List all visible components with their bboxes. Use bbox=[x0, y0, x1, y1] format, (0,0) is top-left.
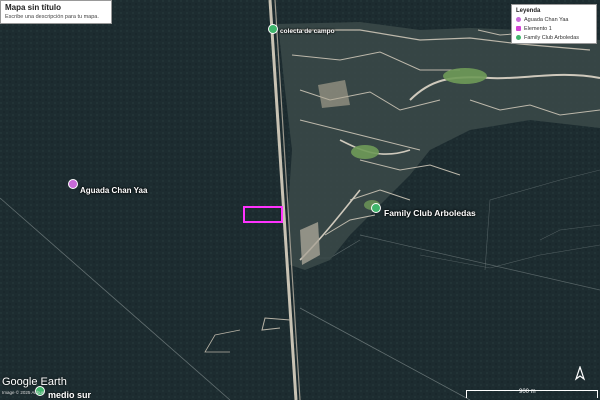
colecta-label[interactable]: colecta de campo bbox=[280, 28, 335, 35]
legend-item: Elemento 1 bbox=[516, 24, 592, 33]
legend-heading: Leyenda bbox=[516, 8, 541, 14]
aguada-label[interactable]: Aguada Chan Yaa bbox=[80, 186, 147, 195]
colecta-pin-icon[interactable] bbox=[268, 24, 278, 34]
medio-sur-label[interactable]: medio sur bbox=[48, 390, 91, 400]
green-pin-icon bbox=[516, 35, 521, 40]
scale-bar: 900 m bbox=[466, 389, 598, 398]
compass-glyph bbox=[574, 365, 586, 381]
family-club-pin-icon[interactable] bbox=[371, 203, 381, 213]
map-title-panel[interactable]: Mapa sin título Escribe una descripción … bbox=[0, 0, 112, 24]
satellite-map[interactable]: Mapa sin título Escribe una descripción … bbox=[0, 0, 600, 400]
scale-label: 900 m bbox=[519, 389, 536, 395]
legend-panel: Leyenda Aguada Chan Yaa Elemento 1 Famil… bbox=[511, 4, 597, 44]
family-club-label[interactable]: Family Club Arboledas bbox=[384, 208, 476, 218]
purple-pin-icon bbox=[516, 17, 521, 22]
north-arrow-icon[interactable] bbox=[573, 365, 587, 382]
map-title: Mapa sin título bbox=[5, 3, 61, 12]
aguada-pin-icon[interactable] bbox=[68, 179, 78, 189]
google-earth-logo: Google Earth bbox=[2, 376, 67, 388]
magenta-polygon-icon bbox=[516, 26, 521, 31]
legend-item: Family Club Arboledas bbox=[516, 33, 592, 42]
polygon-elemento-1[interactable] bbox=[0, 0, 600, 400]
imagery-copyright: Image © 2025 Airbus bbox=[2, 390, 45, 395]
map-description: Escribe una descripción para tu mapa. bbox=[5, 14, 99, 20]
legend-item: Aguada Chan Yaa bbox=[516, 15, 592, 24]
